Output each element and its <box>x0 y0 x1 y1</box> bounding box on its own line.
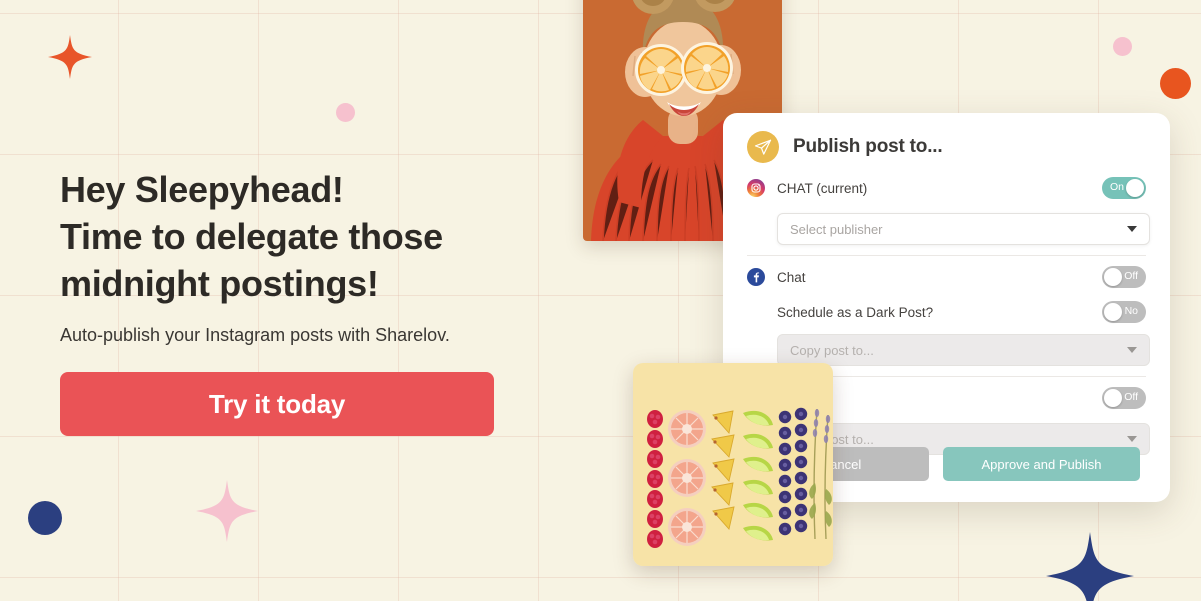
food-photo <box>633 363 833 566</box>
try-it-today-button[interactable]: Try it today <box>60 372 494 436</box>
select-copy-post-to-facebook-placeholder: Copy post to... <box>790 342 874 358</box>
select-publisher-placeholder: Select publisher <box>790 221 883 237</box>
toggle-facebook-knob <box>1104 268 1122 286</box>
dialog-header: Publish post to... <box>723 113 1170 169</box>
select-publisher[interactable]: Select publisher <box>777 213 1150 245</box>
toggle-third-channel[interactable]: Off <box>1102 387 1146 409</box>
dark-post-row: Schedule as a Dark Post? No <box>747 296 1146 328</box>
toggle-dark-post[interactable]: No <box>1102 301 1146 323</box>
select-copy-post-to-facebook[interactable]: Copy post to... <box>777 334 1150 366</box>
chevron-down-icon <box>1127 226 1137 232</box>
paper-plane-icon <box>747 131 779 163</box>
toggle-dark-post-knob <box>1104 303 1122 321</box>
page-title: Hey Sleepyhead! Time to delegate those m… <box>60 169 443 304</box>
toggle-third-channel-knob <box>1104 389 1122 407</box>
toggle-facebook[interactable]: Off <box>1102 266 1146 288</box>
star-orange-top-left-wrap <box>48 35 92 79</box>
channel-label-instagram: CHAT (current) <box>777 180 868 196</box>
toggle-instagram-knob <box>1126 179 1144 197</box>
star-pink-bottom-left <box>196 480 258 542</box>
star-navy-bottom-right <box>1046 532 1134 601</box>
toggle-instagram-label: On <box>1110 181 1125 193</box>
food-photo-illustration <box>633 363 833 566</box>
approve-and-publish-button[interactable]: Approve and Publish <box>942 447 1140 481</box>
dot-orange-top-right <box>1160 68 1191 99</box>
channel-row-instagram: CHAT (current) On <box>747 169 1146 207</box>
instagram-icon <box>747 179 765 197</box>
dot-navy-bottom-left <box>28 501 62 535</box>
dot-pink-top-right <box>1113 37 1132 56</box>
hero-section: Hey Sleepyhead! Time to delegate those m… <box>0 0 1201 601</box>
toggle-dark-post-label: No <box>1124 305 1138 317</box>
toggle-facebook-label: Off <box>1124 270 1138 282</box>
hero-subtitle: Auto-publish your Instagram posts with S… <box>60 325 450 345</box>
dot-pink-top-left <box>336 103 355 122</box>
hero-copy: Hey Sleepyhead! Time to delegate those m… <box>60 166 580 436</box>
star-pink-bottom-left-wrap <box>196 480 258 542</box>
star-navy-bottom-right-wrap <box>1046 532 1134 601</box>
toggle-third-channel-label: Off <box>1124 391 1138 403</box>
channel-label-facebook: Chat <box>777 269 806 285</box>
star-orange-top-left <box>48 35 92 79</box>
toggle-instagram[interactable]: On <box>1102 177 1146 199</box>
channel-row-facebook: Chat Off <box>747 258 1146 296</box>
dialog-title: Publish post to... <box>793 136 943 157</box>
dark-post-label: Schedule as a Dark Post? <box>777 304 934 320</box>
chevron-down-icon <box>1127 347 1137 353</box>
facebook-icon <box>747 268 765 286</box>
dialog-divider-1 <box>747 255 1146 256</box>
